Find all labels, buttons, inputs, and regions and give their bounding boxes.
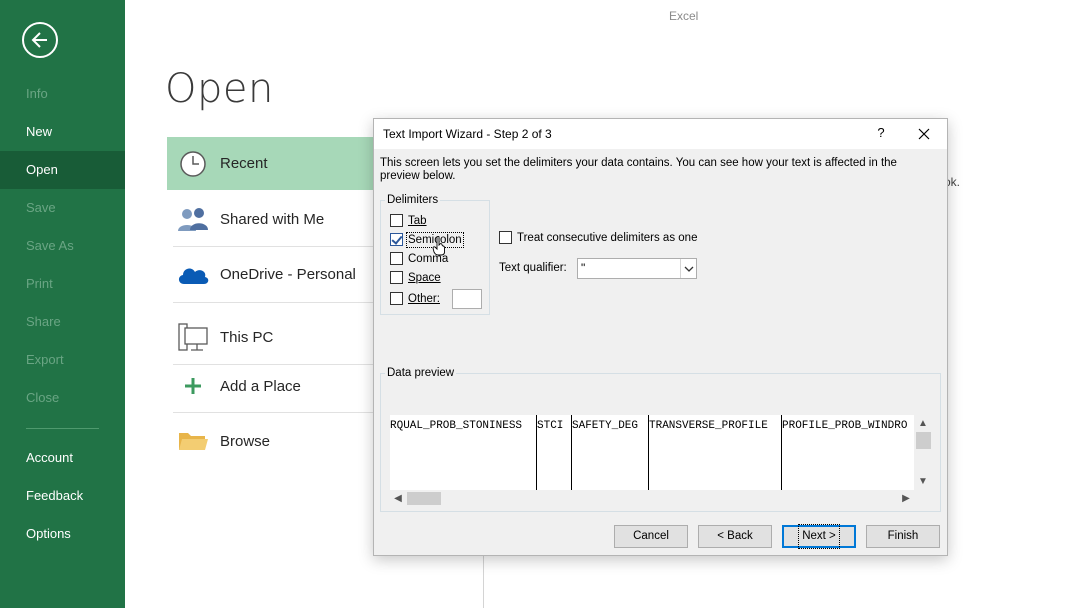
- delimiters-legend: Delimiters: [387, 194, 439, 206]
- finish-label: Finish: [887, 530, 919, 542]
- back-label: < Back: [717, 530, 753, 542]
- scroll-up-icon[interactable]: ▲: [916, 416, 930, 430]
- preview-vertical-scrollbar[interactable]: ▲ ▼: [915, 415, 932, 490]
- comma-checkbox[interactable]: [390, 252, 403, 265]
- other-label: Other:: [408, 292, 440, 305]
- folder-icon: [173, 421, 213, 461]
- help-button[interactable]: ?: [874, 125, 888, 141]
- people-icon: [173, 199, 213, 239]
- plus-icon: [173, 366, 213, 406]
- location-label: Add a Place: [220, 377, 301, 395]
- text-qualifier-select[interactable]: ": [577, 258, 697, 279]
- location-add-place[interactable]: Add a Place: [167, 365, 387, 407]
- preview-column[interactable]: STCI: [537, 415, 572, 490]
- close-icon: [918, 128, 930, 140]
- nav-options[interactable]: Options: [0, 515, 125, 553]
- preview-horizontal-scrollbar[interactable]: ◀ ▶: [390, 490, 914, 507]
- preview-column[interactable]: RQUAL_PROB_STONINESS: [390, 415, 537, 490]
- mouse-cursor-icon: [432, 236, 445, 256]
- space-checkbox[interactable]: [390, 271, 403, 284]
- location-label: Browse: [220, 432, 271, 450]
- app-title: Excel: [669, 9, 699, 23]
- semicolon-checkbox[interactable]: [390, 233, 403, 246]
- space-label: Space: [408, 271, 441, 284]
- preview-column[interactable]: PROFILE_PROB_WINDRO: [782, 415, 914, 490]
- location-label: Shared with Me: [220, 210, 325, 228]
- other-checkbox[interactable]: [390, 292, 403, 305]
- next-label: Next >: [798, 524, 840, 549]
- cancel-button[interactable]: Cancel: [614, 525, 688, 548]
- data-preview-grid[interactable]: RQUAL_PROB_STONINESS STCI SAFETY_DEG TRA…: [390, 415, 914, 490]
- delimiter-tab-option[interactable]: Tab: [390, 214, 427, 227]
- location-shared[interactable]: Shared with Me: [167, 198, 387, 240]
- cloud-icon: [173, 254, 213, 294]
- nav-open[interactable]: Open: [0, 151, 125, 189]
- scroll-right-icon[interactable]: ▶: [899, 491, 913, 505]
- scrollbar-thumb[interactable]: [916, 432, 931, 449]
- nav-save: Save: [26, 200, 56, 215]
- dialog-title: Text Import Wizard - Step 2 of 3: [383, 127, 552, 141]
- scroll-left-icon[interactable]: ◀: [391, 491, 405, 505]
- nav-new[interactable]: New: [0, 113, 125, 151]
- location-label: Recent: [220, 155, 268, 172]
- other-delimiter-input[interactable]: [452, 289, 482, 309]
- nav-info: Info: [26, 86, 48, 101]
- location-onedrive[interactable]: OneDrive - Personal: [167, 253, 387, 295]
- text-qualifier-label: Text qualifier:: [499, 262, 567, 274]
- chevron-down-icon[interactable]: [680, 259, 696, 278]
- nav-export: Export: [26, 352, 64, 367]
- location-this-pc[interactable]: This PC: [167, 316, 387, 358]
- text-qualifier-value: ": [581, 261, 586, 275]
- location-label: OneDrive - Personal: [220, 265, 356, 283]
- text-import-wizard-dialog: Text Import Wizard - Step 2 of 3 ? This …: [373, 118, 948, 556]
- back-arrow-icon: [31, 32, 47, 48]
- preview-column[interactable]: TRANSVERSE_PROFILE: [649, 415, 782, 490]
- consecutive-delimiters-option[interactable]: Treat consecutive delimiters as one: [499, 231, 697, 244]
- nav-print: Print: [26, 276, 53, 291]
- delimiter-other-option[interactable]: Other:: [390, 292, 440, 305]
- next-button[interactable]: Next >: [782, 524, 856, 549]
- tab-label: Tab: [408, 214, 427, 227]
- consecutive-checkbox[interactable]: [499, 231, 512, 244]
- scrollbar-thumb[interactable]: [407, 492, 441, 505]
- finish-button[interactable]: Finish: [866, 525, 940, 548]
- clock-icon: [173, 144, 213, 184]
- nav-account[interactable]: Account: [0, 439, 125, 477]
- location-divider: [173, 246, 383, 247]
- preview-column[interactable]: SAFETY_DEG: [572, 415, 649, 490]
- dialog-titlebar: Text Import Wizard - Step 2 of 3 ?: [374, 119, 947, 149]
- back-step-button[interactable]: < Back: [698, 525, 772, 548]
- dialog-instructions: This screen lets you set the delimiters …: [380, 157, 897, 182]
- pane-divider: [483, 556, 484, 608]
- cancel-label: Cancel: [633, 530, 669, 542]
- location-browse[interactable]: Browse: [167, 420, 387, 462]
- computer-icon: [173, 317, 213, 357]
- page-title: Open: [165, 66, 274, 112]
- nav-share: Share: [26, 314, 61, 329]
- consecutive-label: Treat consecutive delimiters as one: [517, 231, 698, 244]
- scroll-down-icon[interactable]: ▼: [916, 474, 930, 488]
- nav-feedback[interactable]: Feedback: [0, 477, 125, 515]
- delimiter-space-option[interactable]: Space: [390, 271, 441, 284]
- location-divider: [173, 412, 383, 413]
- location-label: This PC: [220, 328, 274, 346]
- nav-save-as: Save As: [26, 238, 74, 253]
- location-recent[interactable]: Recent: [167, 137, 387, 190]
- backstage-sidebar: Info New Open Save Save As Print Share E…: [0, 0, 125, 608]
- back-button[interactable]: [22, 22, 58, 58]
- location-divider: [173, 302, 383, 303]
- nav-close: Close: [26, 390, 60, 405]
- close-button[interactable]: [912, 124, 936, 144]
- sidebar-divider: [26, 428, 99, 429]
- data-preview-legend: Data preview: [387, 367, 455, 379]
- tab-checkbox[interactable]: [390, 214, 403, 227]
- delimiter-semicolon-option[interactable]: Semicolon: [390, 231, 464, 248]
